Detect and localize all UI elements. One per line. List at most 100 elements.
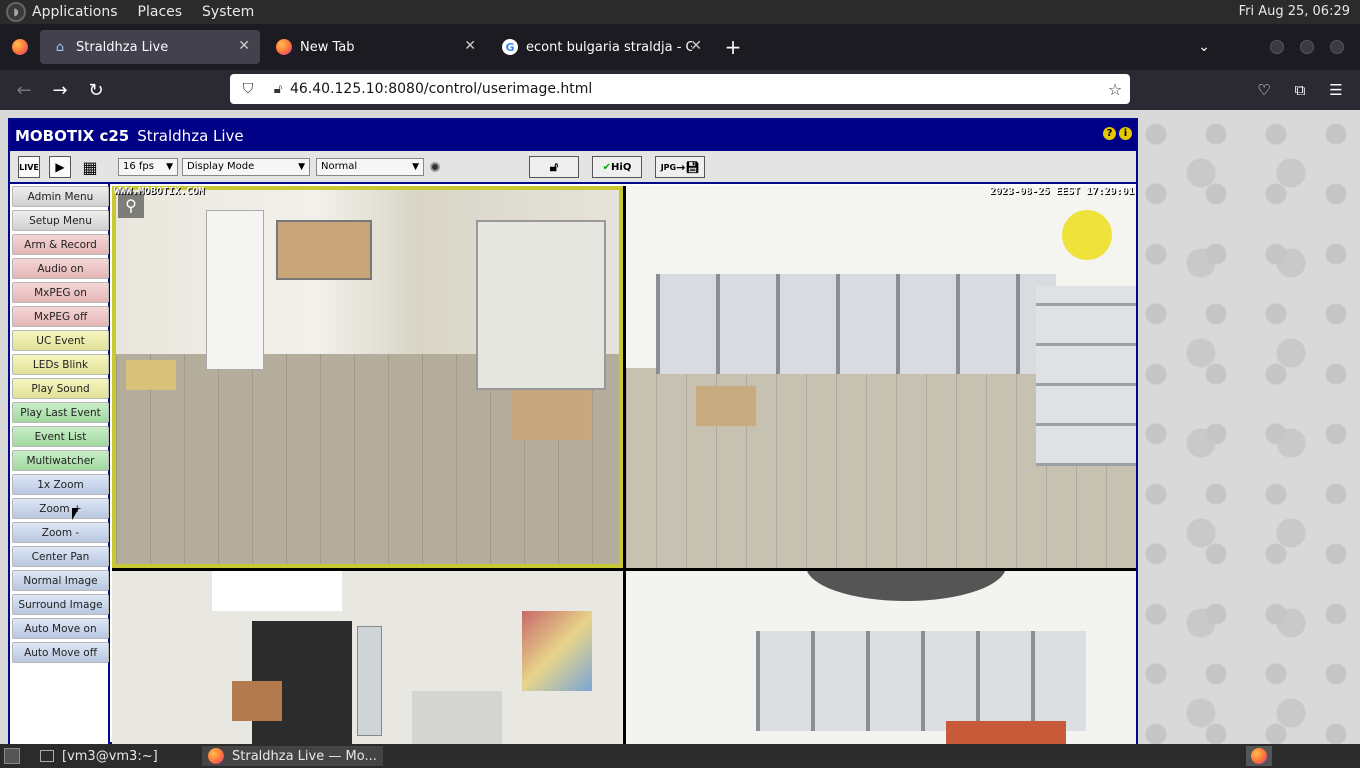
red-platform xyxy=(946,721,1066,744)
tab-label: econt bulgaria straldja - Goo xyxy=(526,39,692,55)
desk xyxy=(412,691,502,744)
minimize-window-icon[interactable] xyxy=(1270,40,1284,54)
firefox-view-button[interactable] xyxy=(0,24,40,70)
firefox-icon xyxy=(276,39,292,55)
multiview-grid-icon[interactable]: ▦ xyxy=(79,156,101,178)
tab-google-search[interactable]: G econt bulgaria straldja - Goo ✕ xyxy=(490,30,712,64)
display-mode-select[interactable]: Display Mode ▼ xyxy=(182,158,310,176)
mobotix-app: MOBOTIX c25 Straldhza Live ? i LIVE ▶ ▦ … xyxy=(8,118,1138,744)
tab-label: Straldhza Live xyxy=(76,39,169,55)
fps-select[interactable]: 16 fps ▼ xyxy=(118,158,178,176)
wall-poster xyxy=(522,611,592,691)
taskbar-firefox-label: Straldhza Live — Mo... xyxy=(232,748,377,764)
tall-cabinet xyxy=(357,626,382,736)
sidebar-button-play-last-event[interactable]: Play Last Event xyxy=(12,402,109,423)
workspace-switcher[interactable] xyxy=(1246,746,1272,766)
sidebar-button-auto-move-on[interactable]: Auto Move on xyxy=(12,618,109,639)
camera-grid: ⚲ WWW.MOBOTIX.COM 2023-08-25 EEST 17:29:… xyxy=(112,186,1136,744)
live-view-icon[interactable]: LIVE xyxy=(18,156,40,178)
sidebar-button-event-list[interactable]: Event List xyxy=(12,426,109,447)
extensions-icon[interactable]: ⧉ xyxy=(1282,74,1318,106)
close-tab-icon[interactable]: ✕ xyxy=(238,38,250,54)
save-jpg-button[interactable]: JPG →💾︎ xyxy=(655,156,705,178)
metal-shelves xyxy=(756,631,1086,731)
page-content: MOBOTIX c25 Straldhza Live ? i LIVE ▶ ▦ … xyxy=(0,110,1360,744)
system-menu[interactable]: System xyxy=(202,4,254,20)
ceiling-light xyxy=(1062,210,1112,260)
sidebar-button-auto-move-off[interactable]: Auto Move off xyxy=(12,642,109,663)
forward-button[interactable]: → xyxy=(42,74,78,106)
skylight xyxy=(212,571,342,611)
navigation-bar: ← → ↻ ⛉ 🔓︎ 46.40.125.10:8080/control/use… xyxy=(0,70,1360,110)
sidebar-button-normal-image[interactable]: Normal Image xyxy=(12,570,109,591)
sidebar-button-mxpeg-off[interactable]: MxPEG off xyxy=(12,306,109,327)
checkmark-icon: ✔ xyxy=(602,161,612,173)
clock[interactable]: Fri Aug 25, 06:29 xyxy=(1239,4,1350,19)
close-tab-icon[interactable]: ✕ xyxy=(690,38,702,54)
bookmark-star-icon[interactable]: ☆ xyxy=(1100,80,1130,99)
sidebar-button-play-sound[interactable]: Play Sound xyxy=(12,378,109,399)
sidebar-button-mxpeg-on[interactable]: MxPEG on xyxy=(12,282,109,303)
fps-value: 16 fps xyxy=(123,161,154,172)
tracking-protection-icon[interactable]: ⛉ xyxy=(230,81,266,97)
page-background-pattern xyxy=(1138,110,1360,744)
sidebar-button-arm-record[interactable]: Arm & Record xyxy=(12,234,109,255)
quality-select[interactable]: Normal ▼ xyxy=(316,158,424,176)
hiq-button[interactable]: ✔ HiQ xyxy=(592,156,642,178)
sidebar-button-surround-image[interactable]: Surround Image xyxy=(12,594,109,615)
status-dot-icon xyxy=(430,162,440,172)
show-desktop-icon[interactable] xyxy=(4,748,20,764)
mouse-cursor-icon xyxy=(72,508,79,520)
firefox-icon xyxy=(12,39,28,55)
sidebar-button-uc-event[interactable]: UC Event xyxy=(12,330,109,351)
camera-view-3[interactable] xyxy=(112,571,623,744)
close-tab-icon[interactable]: ✕ xyxy=(464,38,476,54)
unlock-button[interactable]: 🔓︎ xyxy=(529,156,579,178)
save-disk-icon: →💾︎ xyxy=(676,160,700,174)
sidebar-button-setup-menu[interactable]: Setup Menu xyxy=(12,210,109,231)
reload-button[interactable]: ↻ xyxy=(78,74,114,106)
info-icon[interactable]: i xyxy=(1119,127,1132,140)
address-bar[interactable]: ⛉ 🔓︎ 46.40.125.10:8080/control/userimage… xyxy=(230,74,1130,104)
google-icon: G xyxy=(502,39,518,55)
sidebar-button-center-pan[interactable]: Center Pan xyxy=(12,546,109,567)
camera-view-1[interactable]: ⚲ xyxy=(112,186,623,568)
play-icon[interactable]: ▶ xyxy=(49,156,71,178)
sidebar-button-multiwatcher[interactable]: Multiwatcher xyxy=(12,450,109,471)
sidebar-button-1x-zoom[interactable]: 1x Zoom xyxy=(12,474,109,495)
system-top-bar: ◗ Applications Places System Fri Aug 25,… xyxy=(0,0,1360,24)
sidebar-button-admin-menu[interactable]: Admin Menu xyxy=(12,186,109,207)
url-text[interactable]: 46.40.125.10:8080/control/userimage.html xyxy=(290,81,1100,97)
sidebar-button-audio-on[interactable]: Audio on xyxy=(12,258,109,279)
page-title: Straldhza Live xyxy=(137,126,244,145)
pocket-icon[interactable]: ♡ xyxy=(1246,74,1282,106)
control-sidebar: Admin Menu Setup Menu Arm & Record Audio on… xyxy=(10,184,110,744)
distro-logo-icon[interactable]: ◗ xyxy=(6,2,26,22)
help-icon[interactable]: ? xyxy=(1103,127,1116,140)
camera-view-4[interactable] xyxy=(626,571,1136,744)
list-all-tabs-icon[interactable]: ⌄ xyxy=(1198,39,1210,55)
tab-straldhza-live[interactable]: ⌂ Straldhza Live ✕ xyxy=(40,30,260,64)
applications-menu[interactable]: Applications xyxy=(32,4,118,20)
back-button[interactable]: ← xyxy=(6,74,42,106)
insecure-lock-icon[interactable]: 🔓︎ xyxy=(266,82,290,97)
close-window-icon[interactable] xyxy=(1330,40,1344,54)
parcel-box xyxy=(232,681,282,721)
camera-toolbar: LIVE ▶ ▦ 16 fps ▼ Display Mode ▼ Normal ▼ 🔓… xyxy=(10,151,1136,184)
camera-view-2[interactable] xyxy=(626,186,1136,568)
sidebar-button-leds-blink[interactable]: LEDs Blink xyxy=(12,354,109,375)
app-menu-icon[interactable]: ☰ xyxy=(1318,74,1354,106)
hiq-label: HiQ xyxy=(611,161,632,173)
maximize-window-icon[interactable] xyxy=(1300,40,1314,54)
taskbar-firefox[interactable]: Straldhza Live — Mo... xyxy=(202,746,383,766)
places-menu[interactable]: Places xyxy=(138,4,183,20)
shelf-cabinet xyxy=(206,210,264,370)
new-tab-button[interactable]: + xyxy=(716,30,750,64)
sidebar-button-zoom[interactable]: Zoom - xyxy=(12,522,109,543)
sidebar-button-zoom[interactable]: Zoom + xyxy=(12,498,109,519)
tab-new-tab[interactable]: New Tab ✕ xyxy=(264,30,486,64)
firefox-icon xyxy=(208,748,224,764)
quality-value: Normal xyxy=(321,161,358,172)
taskbar-terminal[interactable]: [vm3@vm3:~] xyxy=(34,746,164,766)
taskbar-terminal-label: [vm3@vm3:~] xyxy=(62,748,158,764)
